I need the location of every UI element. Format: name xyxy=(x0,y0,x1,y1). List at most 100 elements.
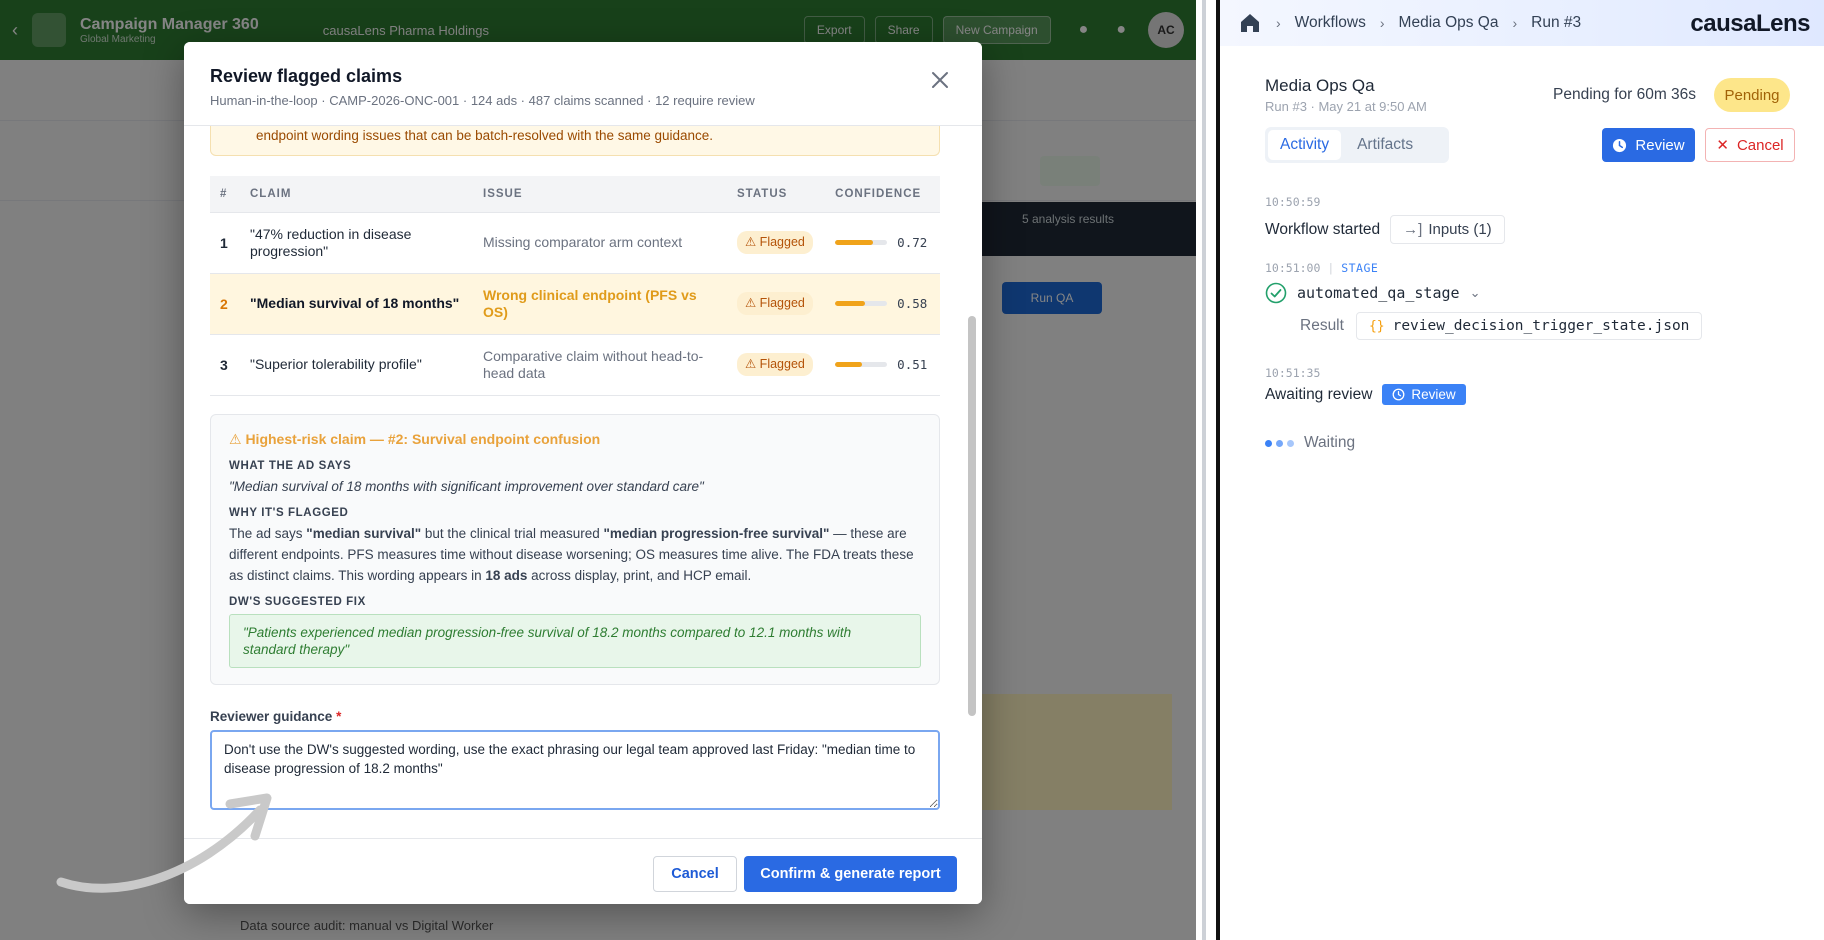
stage-name: automated_qa_stage xyxy=(1297,284,1460,302)
status-badge: Pending xyxy=(1714,78,1790,112)
review-chip-label: Review xyxy=(1411,387,1456,402)
issue-text: Comparative claim without head-to-head d… xyxy=(473,334,727,396)
tab-activity[interactable]: Activity xyxy=(1268,130,1342,160)
confidence-fill xyxy=(835,301,866,306)
activity-text: Workflow started xyxy=(1265,220,1381,238)
claims-table: # CLAIM ISSUE STATUS CONFIDENCE 1 "47% r… xyxy=(210,176,940,396)
activity-item: Awaiting review Review xyxy=(1265,384,1466,405)
confidence-cell: 0.58 xyxy=(825,273,940,335)
review-chip[interactable]: Review xyxy=(1382,384,1466,405)
inputs-chip[interactable]: →] Inputs (1) xyxy=(1390,215,1505,244)
activity-text: Awaiting review xyxy=(1265,385,1373,403)
confidence-value: 0.58 xyxy=(897,296,928,311)
background-app: ‹ Campaign Manager 360 Global Marketing … xyxy=(0,0,1196,940)
stage-item[interactable]: automated_qa_stage ⌄ xyxy=(1265,282,1480,304)
why-text-part: across display, print, and HCP email. xyxy=(527,567,752,583)
breadcrumb-run[interactable]: Run #3 xyxy=(1531,14,1581,32)
waiting-text: Waiting xyxy=(1304,434,1356,451)
result-label: Result xyxy=(1300,317,1344,334)
table-row[interactable]: 1 "47% reduction in disease progression"… xyxy=(210,212,940,274)
col-issue: ISSUE xyxy=(473,176,727,213)
activity-item: Workflow started →] Inputs (1) xyxy=(1265,215,1505,244)
status-badge: ⚠ Flagged xyxy=(737,353,813,376)
table-row[interactable]: 3 "Superior tolerability profile" Compar… xyxy=(210,334,940,396)
row-number: 1 xyxy=(210,212,240,274)
confidence-bar xyxy=(835,301,888,306)
status-badge: ⚠ Flagged xyxy=(737,292,813,315)
scroll-thumb[interactable] xyxy=(968,316,976,716)
review-modal: Review flagged claims Human-in-the-loop … xyxy=(184,42,982,904)
issue-text: Missing comparator arm context xyxy=(473,212,727,274)
pending-duration: Pending for 60m 36s xyxy=(1553,86,1697,103)
review-button[interactable]: Review xyxy=(1602,128,1695,162)
timestamp: 10:51:35 xyxy=(1265,366,1321,380)
why-bold-part: 18 ads xyxy=(485,567,528,583)
confidence-cell: 0.72 xyxy=(825,212,940,274)
waiting-indicator: Waiting xyxy=(1265,434,1355,452)
risk-title: ⚠ Highest-risk claim — #2: Survival endp… xyxy=(229,430,601,447)
why-flagged-label: WHY IT'S FLAGGED xyxy=(229,506,349,519)
chevron-down-icon[interactable]: ⌄ xyxy=(1470,285,1481,301)
row-number: 3 xyxy=(210,334,240,396)
cancel-run-label: Cancel xyxy=(1736,136,1784,154)
breadcrumb: › Workflows › Media Ops Qa › Run #3 caus… xyxy=(1220,0,1824,46)
cancel-run-button[interactable]: ✕ Cancel xyxy=(1705,128,1795,162)
required-mark: * xyxy=(336,708,342,724)
ad-says-text: "Median survival of 18 months with signi… xyxy=(229,478,704,494)
cancel-button[interactable]: Cancel xyxy=(653,856,737,892)
modal-subtitle: Human-in-the-loop · CAMP-2026-ONC-001 · … xyxy=(210,93,755,108)
chevron-right-icon: › xyxy=(1276,15,1281,31)
ad-says-label: WHAT THE AD SAYS xyxy=(229,459,352,472)
status-badge: ⚠ Flagged xyxy=(737,231,813,254)
confirm-generate-report-button[interactable]: Confirm & generate report xyxy=(744,856,957,892)
warning-text: endpoint wording issues that can be batc… xyxy=(256,128,714,143)
issue-text: Wrong clinical endpoint (PFS vs OS) xyxy=(473,273,727,335)
col-num: # xyxy=(210,176,240,213)
why-bold-part: "median survival" xyxy=(306,525,422,541)
suggested-fix-text: "Patients experienced median progression… xyxy=(229,613,921,668)
timestamp-text: 10:51:00 xyxy=(1265,261,1321,275)
claim-text: "47% reduction in disease progression" xyxy=(240,212,473,274)
home-icon[interactable] xyxy=(1238,11,1262,35)
status-cell: ⚠ Flagged xyxy=(727,334,826,396)
modal-scrollbar[interactable] xyxy=(968,126,976,880)
confidence-fill xyxy=(835,240,873,245)
close-icon: ✕ xyxy=(1716,137,1729,154)
brand-logo: causaLens xyxy=(1690,10,1810,37)
run-meta: Run #3 · May 21 at 9:50 AM xyxy=(1265,99,1427,114)
modal-body[interactable]: endpoint wording issues that can be batc… xyxy=(184,126,982,880)
tab-artifacts[interactable]: Artifacts xyxy=(1345,130,1425,160)
pane-divider[interactable] xyxy=(1196,0,1220,940)
modal-footer: Cancel Confirm & generate report xyxy=(184,838,982,904)
loading-dots-icon xyxy=(1265,439,1294,447)
modal-title: Review flagged claims xyxy=(210,66,403,86)
review-button-label: Review xyxy=(1635,136,1685,154)
claim-text: "Median survival of 18 months" xyxy=(240,273,473,335)
tab-bar: Activity Artifacts xyxy=(1265,127,1449,163)
result-file-name: review_decision_trigger_state.json xyxy=(1392,318,1690,334)
reviewer-guidance-input[interactable]: Don't use the DW's suggested wording, us… xyxy=(210,729,940,810)
table-row[interactable]: 2 "Median survival of 18 months" Wrong c… xyxy=(210,273,940,335)
timestamp: 10:51:00 | STAGE xyxy=(1265,261,1379,275)
result-file-chip[interactable]: {} review_decision_trigger_state.json xyxy=(1355,312,1703,340)
page-title: Media Ops Qa xyxy=(1265,76,1375,95)
risk-detail-panel: ⚠ Highest-risk claim — #2: Survival endp… xyxy=(210,413,940,685)
close-icon[interactable] xyxy=(928,68,952,92)
check-circle-icon xyxy=(1265,282,1287,304)
chevron-right-icon: › xyxy=(1379,15,1385,31)
confidence-value: 0.72 xyxy=(897,235,928,250)
timestamp: 10:50:59 xyxy=(1265,195,1321,209)
breadcrumb-workflows[interactable]: Workflows xyxy=(1295,14,1366,32)
status-cell: ⚠ Flagged xyxy=(727,273,826,335)
breadcrumb-workflow[interactable]: Media Ops Qa xyxy=(1399,14,1499,32)
guidance-label-text: Reviewer guidance xyxy=(210,708,333,724)
inputs-chip-label: Inputs (1) xyxy=(1428,221,1492,238)
col-confidence: CONFIDENCE xyxy=(825,176,940,213)
warning-banner: endpoint wording issues that can be batc… xyxy=(210,126,940,156)
confidence-bar xyxy=(835,240,888,245)
confidence-bar xyxy=(835,362,888,367)
confidence-fill xyxy=(835,362,862,367)
divider-grip xyxy=(1202,0,1206,940)
arrow-annotation-icon xyxy=(56,793,272,893)
guidance-label: Reviewer guidance * xyxy=(210,709,956,724)
